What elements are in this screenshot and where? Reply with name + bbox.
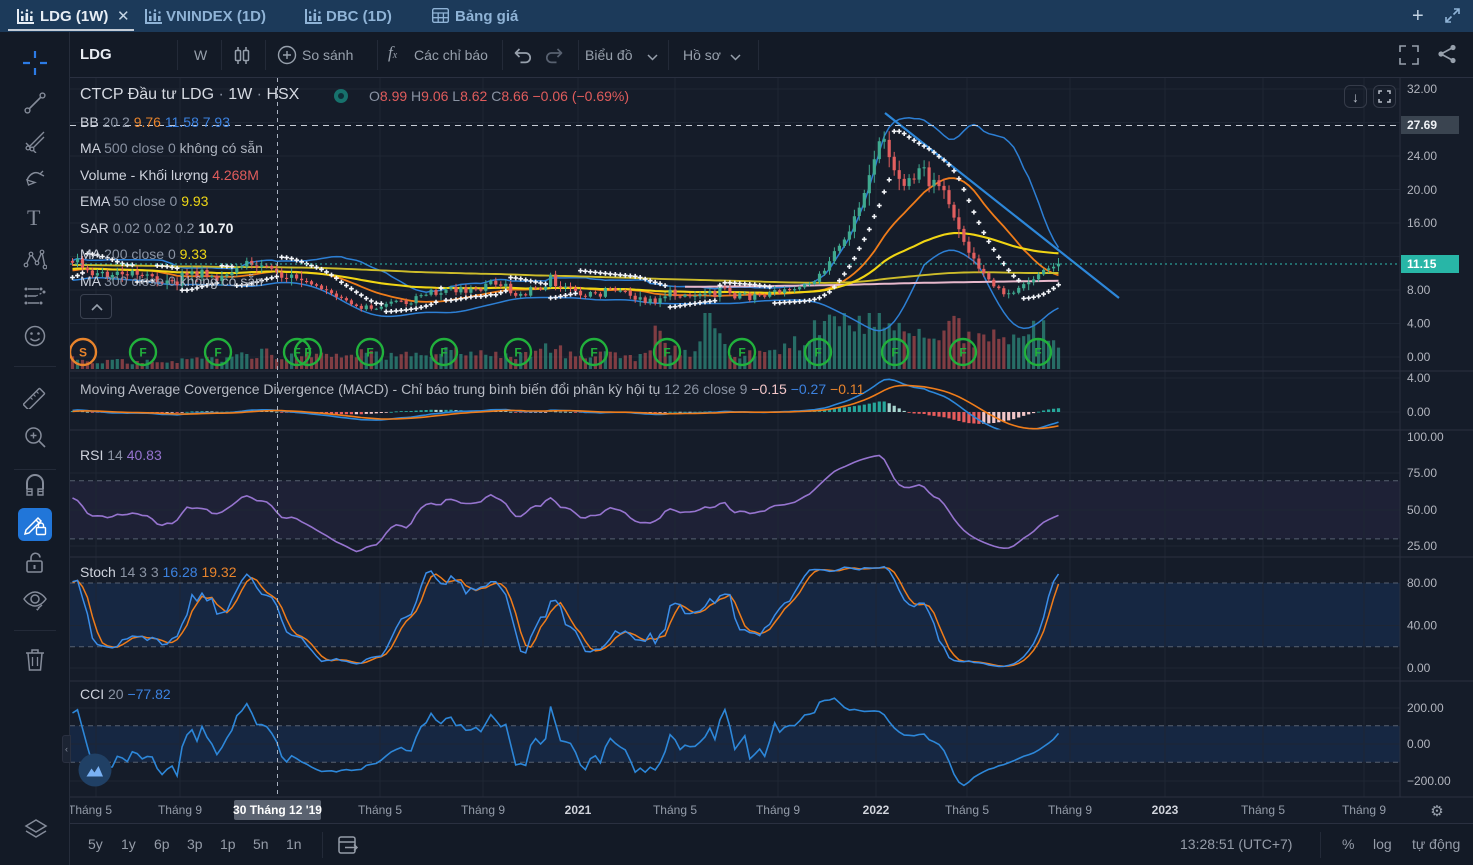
svg-text:0.00: 0.00 — [1407, 405, 1431, 419]
svg-text:Tháng 5: Tháng 5 — [358, 803, 402, 817]
svg-text:F: F — [514, 346, 521, 360]
svg-text:24.00: 24.00 — [1407, 149, 1437, 163]
svg-text:F: F — [440, 346, 447, 360]
svg-text:Tháng 5: Tháng 5 — [945, 803, 989, 817]
svg-text:S: S — [79, 346, 87, 360]
svg-text:Tháng 9: Tháng 9 — [1342, 803, 1386, 817]
svg-text:8.00: 8.00 — [1407, 283, 1431, 297]
svg-text:4.00: 4.00 — [1407, 317, 1431, 331]
svg-text:80.00: 80.00 — [1407, 576, 1437, 590]
svg-text:Tháng 5: Tháng 5 — [70, 803, 112, 817]
svg-text:Tháng 9: Tháng 9 — [158, 803, 202, 817]
svg-text:F: F — [366, 346, 373, 360]
svg-text:F: F — [738, 346, 745, 360]
svg-text:Tháng 9: Tháng 9 — [461, 803, 505, 817]
svg-text:F: F — [959, 346, 966, 360]
svg-text:2023: 2023 — [1152, 803, 1179, 817]
svg-text:2021: 2021 — [565, 803, 592, 817]
svg-text:0.00: 0.00 — [1407, 661, 1431, 675]
svg-text:30 Tháng 12 '19: 30 Tháng 12 '19 — [233, 803, 322, 817]
svg-text:100.00: 100.00 — [1407, 430, 1444, 444]
svg-text:4.00: 4.00 — [1407, 371, 1431, 385]
svg-text:F: F — [590, 346, 597, 360]
svg-text:200.00: 200.00 — [1407, 701, 1444, 715]
svg-text:20.00: 20.00 — [1407, 183, 1437, 197]
svg-text:Tháng 9: Tháng 9 — [756, 803, 800, 817]
svg-text:Tháng 5: Tháng 5 — [1241, 803, 1285, 817]
svg-text:25.00: 25.00 — [1407, 539, 1437, 553]
svg-text:50.00: 50.00 — [1407, 503, 1437, 517]
svg-text:32.00: 32.00 — [1407, 82, 1437, 96]
svg-text:F: F — [214, 346, 221, 360]
svg-text:2022: 2022 — [863, 803, 890, 817]
svg-text:0.00: 0.00 — [1407, 737, 1431, 751]
svg-text:Tháng 5: Tháng 5 — [653, 803, 697, 817]
svg-text:⚙: ⚙ — [1430, 803, 1443, 820]
svg-text:F: F — [304, 346, 311, 360]
svg-text:−200.00: −200.00 — [1407, 774, 1451, 788]
svg-text:Tháng 9: Tháng 9 — [1048, 803, 1092, 817]
svg-text:F: F — [814, 346, 821, 360]
svg-text:0.00: 0.00 — [1407, 350, 1431, 364]
svg-text:16.00: 16.00 — [1407, 216, 1437, 230]
svg-text:27.69: 27.69 — [1407, 118, 1437, 132]
svg-text:F: F — [139, 346, 146, 360]
svg-text:75.00: 75.00 — [1407, 466, 1437, 480]
svg-text:F: F — [1034, 346, 1041, 360]
svg-text:11.15: 11.15 — [1407, 257, 1437, 271]
svg-text:40.00: 40.00 — [1407, 619, 1437, 633]
svg-text:F: F — [663, 346, 670, 360]
svg-text:F: F — [891, 346, 898, 360]
